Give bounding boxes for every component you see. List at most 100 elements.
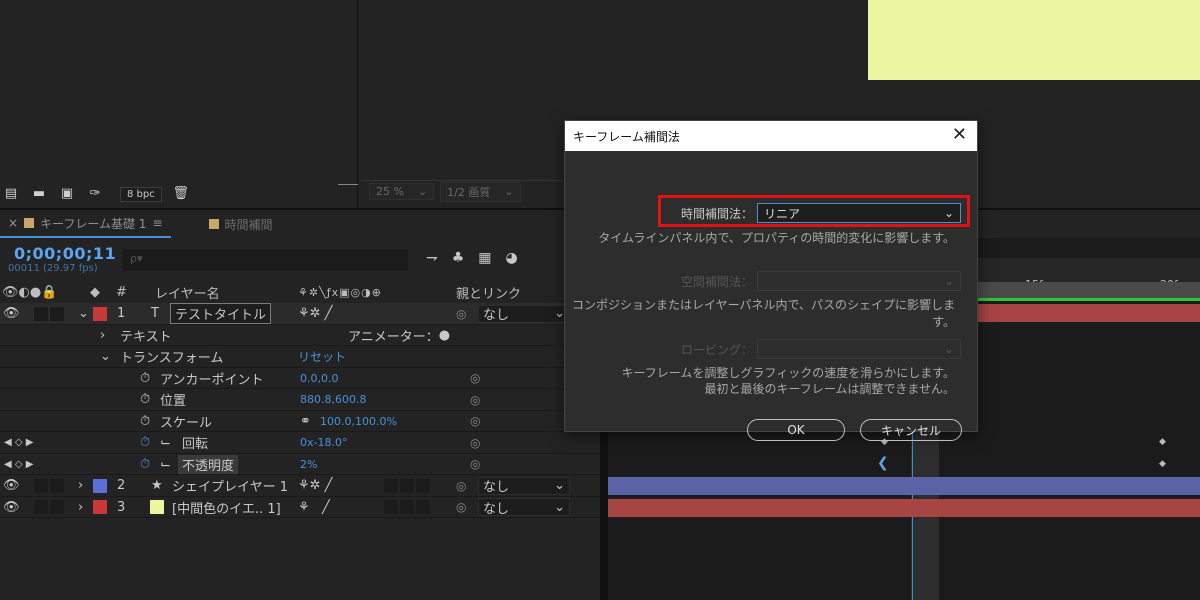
- new-composition-icon[interactable]: ▣: [58, 187, 76, 201]
- eye-icon[interactable]: 👁: [3, 497, 20, 518]
- stopwatch-active-icon[interactable]: ⏱: [140, 432, 150, 453]
- spatial-interpolation-select[interactable]: ⌄: [757, 271, 961, 291]
- layer-name[interactable]: テストタイトル: [170, 303, 272, 324]
- property-group-row[interactable]: › テキスト アニメーター： ●: [0, 325, 600, 346]
- composition-mini-flowchart-icon[interactable]: ⇁: [426, 250, 438, 266]
- text-layer-icon: T: [151, 306, 159, 321]
- frame-blending-icon[interactable]: ▦: [478, 250, 491, 266]
- roving-select[interactable]: ⌄: [757, 339, 961, 359]
- menu-icon[interactable]: ≡: [152, 216, 162, 230]
- layer-switches[interactable]: ⚘✲ ╱: [298, 303, 333, 324]
- parent-dropdown[interactable]: なし ⌄: [478, 498, 570, 517]
- expression-pick-whip-icon[interactable]: ◎: [470, 454, 480, 475]
- dialog-titlebar: キーフレーム補間法 ✕: [565, 121, 977, 151]
- layer-3-bar[interactable]: [608, 499, 1200, 517]
- layer-column-headers: 👁◐●🔒 ◆ # レイヤー名 ⚘✲╲ƒx▣◎◑⊕ 親とリンク: [0, 282, 600, 304]
- resolution-dropdown[interactable]: 1/2 画質 ⌄: [440, 181, 521, 202]
- keyframe-icon[interactable]: ◆: [1159, 437, 1166, 447]
- property-value[interactable]: 0.0,0.0: [300, 368, 338, 389]
- layer-name-header[interactable]: レイヤー名: [155, 282, 220, 303]
- close-icon[interactable]: ×: [8, 216, 18, 230]
- layer-name[interactable]: シェイプレイヤー 1: [172, 475, 288, 496]
- dialog-body: 時間補間法： リニア ⌄ タイムラインパネル内で、プロパティの時間的変化に影響しま…: [565, 151, 977, 441]
- property-row[interactable]: ◀ ◇ ▶ ⏱ ⌙ 不透明度 2% ◎: [0, 454, 600, 475]
- expression-pick-whip-icon[interactable]: ◎: [470, 432, 480, 453]
- current-timecode[interactable]: 0;00;00;11: [14, 244, 116, 263]
- keyframe-navigator[interactable]: ◀ ◇ ▶: [4, 454, 33, 475]
- chevron-right-icon[interactable]: ›: [100, 325, 105, 346]
- bit-depth-button[interactable]: 8 bpc: [120, 186, 162, 202]
- layer-number-header: #: [116, 285, 127, 300]
- property-value[interactable]: 100.0,100.0%: [320, 411, 397, 432]
- reset-link[interactable]: リセット: [298, 346, 346, 367]
- new-folder-icon[interactable]: ▬: [30, 187, 48, 201]
- link-icon[interactable]: ⚭: [300, 411, 311, 432]
- ok-button[interactable]: OK: [747, 419, 845, 441]
- keyframe-navigator[interactable]: ◀ ◇ ▶: [4, 432, 33, 453]
- motion-blur-icon[interactable]: ◕: [506, 250, 518, 266]
- expression-pick-whip-icon[interactable]: ◎: [470, 411, 480, 432]
- layer-2-bar[interactable]: [608, 477, 1200, 495]
- layer-row[interactable]: 👁 ⌄ 1 T テストタイトル ⚘✲ ╱ ◎ なし ⌄: [0, 303, 600, 325]
- parent-dropdown[interactable]: なし ⌄: [478, 304, 570, 323]
- label-color[interactable]: [93, 306, 107, 321]
- keyframe-icon[interactable]: ◆: [1159, 459, 1166, 469]
- label-color[interactable]: [93, 478, 107, 493]
- stopwatch-icon[interactable]: ⏱: [140, 411, 150, 432]
- label-icon: ◆: [90, 285, 100, 300]
- tab-keyframe-basics[interactable]: × キーフレーム基礎 1 ≡: [0, 210, 171, 238]
- layer-row[interactable]: 👁 › 3 [中間色のイエ.. 1] ⚘ ╱ ◎ なし ⌄: [0, 497, 600, 518]
- property-row[interactable]: ⏱ 位置 880.8,600.8 ◎: [0, 389, 600, 411]
- parent-dropdown[interactable]: なし ⌄: [478, 476, 570, 495]
- zoom-dropdown[interactable]: 25 % ⌄: [369, 183, 435, 200]
- chevron-down-icon[interactable]: ⌄: [100, 346, 111, 367]
- chevron-right-icon[interactable]: ›: [78, 475, 83, 496]
- layer-name[interactable]: [中間色のイエ.. 1]: [172, 497, 281, 518]
- chevron-down-icon: ⌄: [943, 206, 954, 220]
- temporal-interpolation-select[interactable]: リニア ⌄: [757, 203, 961, 223]
- property-value[interactable]: 880.8,600.8: [300, 389, 366, 410]
- chevron-down-icon[interactable]: ⌄: [78, 303, 89, 324]
- selected-keyframe-icon[interactable]: ❮: [877, 455, 889, 471]
- property-value[interactable]: 2%: [300, 454, 317, 475]
- layer-row[interactable]: 👁 › 2 ★ シェイプレイヤー 1 ⚘✲ ╱ ◎ なし ⌄: [0, 475, 600, 497]
- graph-icon[interactable]: ⌙: [160, 454, 171, 475]
- graph-icon[interactable]: ⌙: [160, 432, 171, 453]
- chevron-right-icon[interactable]: ›: [78, 497, 83, 518]
- close-icon[interactable]: ✕: [952, 126, 967, 144]
- property-row[interactable]: ◀ ◇ ▶ ⏱ ⌙ 回転 0x-18.0° ◎: [0, 432, 600, 454]
- property-group-row[interactable]: ⌄ トランスフォーム リセット: [0, 346, 600, 368]
- expression-pick-whip-icon[interactable]: ◎: [470, 389, 480, 410]
- property-row[interactable]: ⏱ アンカーポイント 0.0,0.0 ◎: [0, 368, 600, 389]
- chevron-down-icon: ⌄: [417, 185, 428, 198]
- text-group-label: テキスト: [120, 329, 172, 345]
- tab-time-interpolation[interactable]: 時間補間: [201, 210, 281, 238]
- layer-switches[interactable]: ⚘ ╱: [298, 497, 330, 518]
- property-value[interactable]: 0x-18.0°: [300, 432, 347, 453]
- play-icon: ●: [438, 327, 451, 343]
- cancel-button[interactable]: キャンセル: [860, 419, 962, 441]
- label-color[interactable]: [93, 500, 107, 514]
- layer-list: 👁 ⌄ 1 T テストタイトル ⚘✲ ╱ ◎ なし ⌄ › テキスト アニメーター…: [0, 303, 600, 518]
- shy-icon[interactable]: ♣: [452, 250, 465, 266]
- layer-switches[interactable]: ⚘✲ ╱: [298, 475, 333, 496]
- roving-description-1: キーフレームを調整しグラフィックの速度を滑らかにします。: [621, 366, 955, 380]
- pick-whip-icon[interactable]: ◎: [456, 500, 466, 514]
- eye-icon[interactable]: 👁: [3, 475, 20, 496]
- animator-menu[interactable]: アニメーター： ●: [348, 325, 450, 346]
- property-row[interactable]: ⏱ スケール ⚭ 100.0,100.0% ◎: [0, 411, 600, 432]
- stopwatch-active-icon[interactable]: ⏱: [140, 454, 150, 475]
- pick-whip-icon[interactable]: ◎: [456, 479, 466, 493]
- parent-header: 親とリンク: [456, 287, 522, 302]
- layer-search-input[interactable]: ρ▾: [122, 249, 408, 271]
- feather-icon[interactable]: ✑: [86, 187, 104, 201]
- expression-pick-whip-icon[interactable]: ◎: [470, 368, 480, 389]
- property-name: 位置: [160, 394, 187, 409]
- stopwatch-icon[interactable]: ⏱: [140, 389, 150, 410]
- stopwatch-icon[interactable]: ⏱: [140, 368, 150, 389]
- interpret-footage-icon[interactable]: ▤: [2, 187, 20, 201]
- pick-whip-icon[interactable]: ◎: [456, 307, 466, 321]
- trash-icon[interactable]: 🗑: [172, 187, 190, 201]
- eye-icon[interactable]: 👁: [3, 303, 20, 324]
- property-name: 回転: [182, 437, 209, 452]
